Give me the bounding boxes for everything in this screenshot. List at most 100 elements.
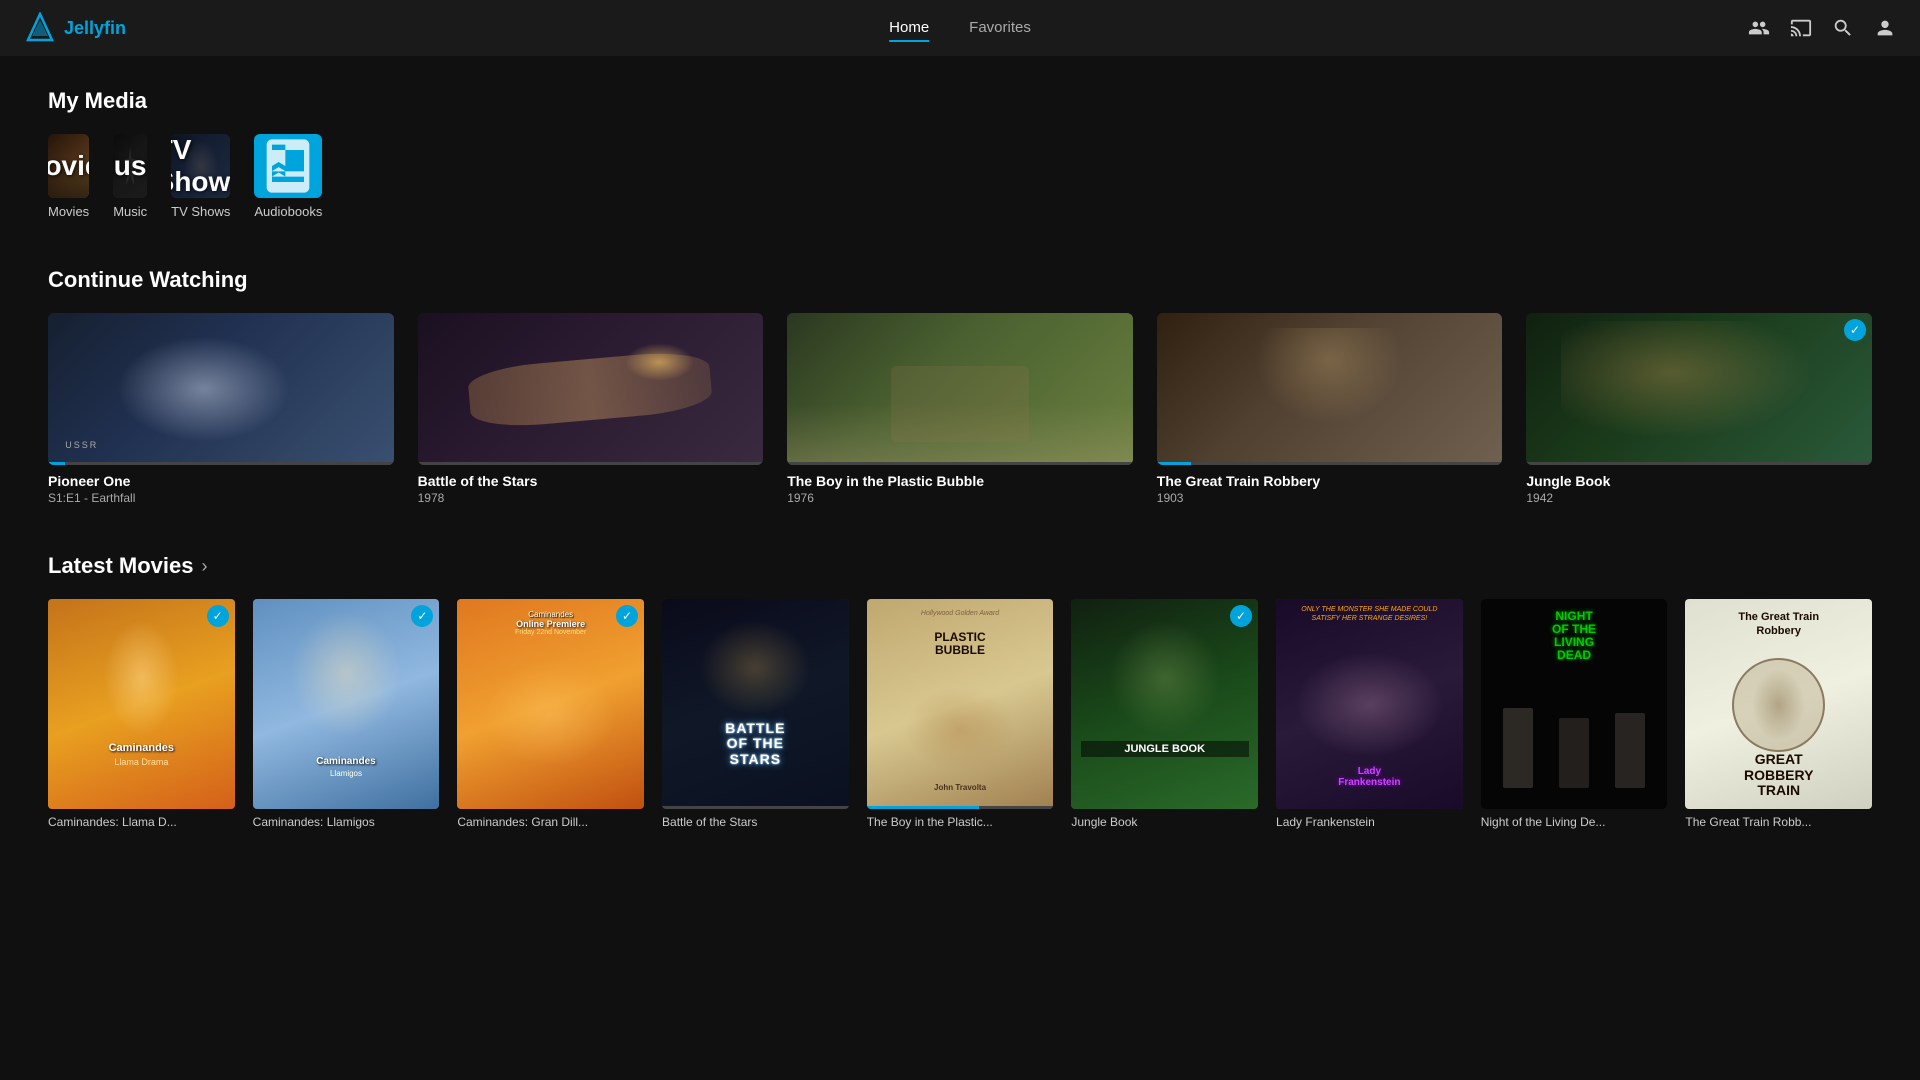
media-movies-subtitle: Movies	[48, 204, 89, 219]
latest-card-caminandes2[interactable]: Caminandes Llamigos ✓ Caminandes: Llamig…	[253, 599, 440, 829]
jungle-subtitle: 1942	[1526, 491, 1872, 505]
nav-home[interactable]: Home	[889, 15, 929, 42]
continue-watching-section: Continue Watching USSR Pioneer One S1:E1…	[48, 267, 1872, 505]
pioneer-progress-bar	[48, 462, 65, 465]
media-card-movies-overlay: Movies	[48, 134, 89, 198]
search-icon[interactable]	[1832, 17, 1854, 39]
latest-movies-grid: Caminandes Llama Drama ✓ Caminandes: Lla…	[48, 599, 1872, 829]
latest-card-train[interactable]: The Great TrainRobbery GREATROBBERYTRAIN…	[1685, 599, 1872, 829]
bubble-subtitle: 1976	[787, 491, 1133, 505]
continue-img-bubble	[787, 313, 1133, 465]
media-card-tvshows[interactable]: TV Shows	[171, 134, 230, 198]
caminandes1-title: Caminandes: Llama D...	[48, 815, 235, 829]
continue-card-train[interactable]: The Great Train Robbery 1903	[1157, 313, 1503, 505]
latest-img-caminandes2: Caminandes Llamigos ✓	[253, 599, 440, 809]
caminandes1-check: ✓	[207, 605, 229, 627]
night-title: Night of the Living De...	[1481, 815, 1668, 829]
battle-title: Battle of the Stars	[418, 473, 764, 489]
latest-card-bubble[interactable]: Hollywood Golden Award PLASTICBUBBLE Joh…	[867, 599, 1054, 829]
latest-img-caminandes3: Caminandes Online Premiere Friday 22nd N…	[457, 599, 644, 809]
battle-latest-title: Battle of the Stars	[662, 815, 849, 829]
latest-movies-header: Latest Movies ›	[48, 553, 1872, 579]
continue-img-jungle: ✓	[1526, 313, 1872, 465]
train-title: The Great Train Robbery	[1157, 473, 1503, 489]
my-media-section: My Media Movies Movies	[48, 88, 1872, 219]
continue-img-battle	[418, 313, 764, 465]
cast-icon[interactable]	[1790, 17, 1812, 39]
continue-card-bubble[interactable]: The Boy in the Plastic Bubble 1976	[787, 313, 1133, 505]
frankenstein-title: Lady Frankenstein	[1276, 815, 1463, 829]
latest-card-caminandes1[interactable]: Caminandes Llama Drama ✓ Caminandes: Lla…	[48, 599, 235, 829]
header-actions	[1748, 17, 1896, 39]
jungle-title: Jungle Book	[1526, 473, 1872, 489]
latest-card-night[interactable]: NIGHTOF THELIVINGDEAD Night of the Livin…	[1481, 599, 1668, 829]
media-card-music[interactable]: Music	[113, 134, 147, 198]
media-card-music-wrap: Music Music	[113, 134, 147, 219]
jungle-progress-track	[1526, 462, 1872, 465]
pioneer-subtitle: S1:E1 - Earthfall	[48, 491, 394, 505]
latest-movies-section: Latest Movies › Caminandes Llama Drama ✓	[48, 553, 1872, 829]
bubble-latest-title: The Boy in the Plastic...	[867, 815, 1054, 829]
latest-card-battle[interactable]: BATTLEOF THESTARS Battle of the Stars	[662, 599, 849, 829]
my-media-title: My Media	[48, 88, 1872, 114]
media-card-tvshows-wrap: TV Shows TV Shows	[171, 134, 230, 219]
pioneer-title: Pioneer One	[48, 473, 394, 489]
media-card-tvshows-overlay: TV Shows	[171, 134, 230, 198]
continue-grid: USSR Pioneer One S1:E1 - Earthfall	[48, 313, 1872, 505]
nav-favorites[interactable]: Favorites	[969, 15, 1031, 42]
train-progress-track	[1157, 462, 1503, 465]
audiobooks-icon	[256, 134, 320, 198]
latest-img-frankenstein: ONLY THE MONSTER SHE MADE COULDSATISFY H…	[1276, 599, 1463, 809]
continue-card-pioneer[interactable]: USSR Pioneer One S1:E1 - Earthfall	[48, 313, 394, 505]
latest-movies-title: Latest Movies	[48, 553, 194, 579]
latest-img-night: NIGHTOF THELIVINGDEAD	[1481, 599, 1668, 809]
bubble-title: The Boy in the Plastic Bubble	[787, 473, 1133, 489]
bubble-latest-progress-track	[867, 806, 1054, 809]
continue-img-train	[1157, 313, 1503, 465]
bubble-latest-progress-bar	[867, 806, 979, 809]
media-card-tvshows-label: TV Shows	[171, 134, 230, 198]
media-card-audiobooks[interactable]	[254, 134, 322, 198]
caminandes2-title: Caminandes: Llamigos	[253, 815, 440, 829]
logo[interactable]: Jellyfin	[24, 12, 126, 44]
jungle-latest-check: ✓	[1230, 605, 1252, 627]
media-tvshows-subtitle: TV Shows	[171, 204, 230, 219]
jungle-check-badge: ✓	[1844, 319, 1866, 341]
jellyfin-logo-icon	[24, 12, 56, 44]
latest-card-caminandes3[interactable]: Caminandes Online Premiere Friday 22nd N…	[457, 599, 644, 829]
main-content: My Media Movies Movies	[0, 56, 1920, 861]
latest-img-bubble: Hollywood Golden Award PLASTICBUBBLE Joh…	[867, 599, 1054, 809]
media-card-music-label: Music	[113, 150, 147, 182]
battle-progress-track	[418, 462, 764, 465]
media-music-subtitle: Music	[113, 204, 147, 219]
continue-img-pioneer: USSR	[48, 313, 394, 465]
media-card-movies[interactable]: Movies	[48, 134, 89, 198]
battle-subtitle: 1978	[418, 491, 764, 505]
header: Jellyfin Home Favorites	[0, 0, 1920, 56]
latest-img-jungle: JUNGLE BOOK ✓	[1071, 599, 1258, 809]
latest-movies-arrow[interactable]: ›	[202, 556, 208, 577]
train-subtitle: 1903	[1157, 491, 1503, 505]
latest-img-caminandes1: Caminandes Llama Drama ✓	[48, 599, 235, 809]
user-icon[interactable]	[1874, 17, 1896, 39]
continue-watching-title: Continue Watching	[48, 267, 1872, 293]
caminandes3-title: Caminandes: Gran Dill...	[457, 815, 644, 829]
media-card-movies-wrap: Movies Movies	[48, 134, 89, 219]
latest-img-train: The Great TrainRobbery GREATROBBERYTRAIN	[1685, 599, 1872, 809]
media-card-music-overlay: Music	[113, 134, 147, 198]
latest-card-frankenstein[interactable]: ONLY THE MONSTER SHE MADE COULDSATISFY H…	[1276, 599, 1463, 829]
continue-card-jungle[interactable]: ✓ Jungle Book 1942	[1526, 313, 1872, 505]
battle-latest-progress-track	[662, 806, 849, 809]
media-audiobooks-subtitle: Audiobooks	[254, 204, 322, 219]
train-progress-bar	[1157, 462, 1192, 465]
media-card-movies-label: Movies	[48, 150, 89, 182]
train-latest-title: The Great Train Robb...	[1685, 815, 1872, 829]
app-name: Jellyfin	[64, 18, 126, 39]
main-nav: Home Favorites	[889, 15, 1031, 42]
media-card-audiobooks-wrap: Audiobooks	[254, 134, 322, 219]
continue-card-battle[interactable]: Battle of the Stars 1978	[418, 313, 764, 505]
latest-card-jungle[interactable]: JUNGLE BOOK ✓ Jungle Book	[1071, 599, 1258, 829]
media-grid: Movies Movies Music Music	[48, 134, 1872, 219]
users-icon[interactable]	[1748, 17, 1770, 39]
bubble-progress-track	[787, 462, 1133, 465]
